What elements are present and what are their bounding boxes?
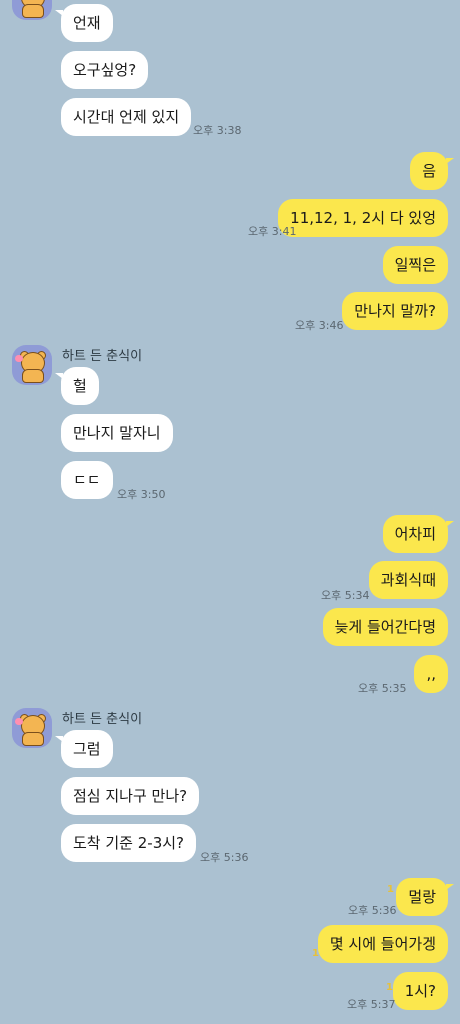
message-bubble[interactable]: 오구싶엉? xyxy=(61,51,149,89)
message-bubble[interactable]: 몇 시에 들어가겡 xyxy=(317,925,448,963)
message-time: 오후 5:36 xyxy=(348,904,397,917)
message-bubble[interactable]: ,, xyxy=(414,655,448,693)
heart-icon xyxy=(15,718,23,725)
message-time: 오후 5:37 xyxy=(347,998,396,1011)
avatar[interactable] xyxy=(12,345,52,385)
avatar[interactable] xyxy=(12,708,52,748)
message-time: 오후 5:35 xyxy=(358,682,407,695)
message-bubble[interactable]: 멀랑 xyxy=(396,878,454,916)
message-bubble[interactable]: 1시? xyxy=(392,972,448,1010)
message-bubble[interactable]: 그럼 xyxy=(55,730,113,768)
unread-count: 1 xyxy=(387,884,394,895)
message-bubble[interactable]: 늦게 들어간다명 xyxy=(322,608,448,646)
unread-count: 1 xyxy=(386,982,393,993)
message-time: 오후 5:36 xyxy=(200,851,249,864)
message-bubble[interactable]: 어차피 xyxy=(382,515,455,553)
message-time: 오후 5:34 xyxy=(321,589,370,602)
message-bubble[interactable]: ㄷㄷ xyxy=(61,461,113,499)
message-bubble[interactable]: 언재 xyxy=(55,4,113,42)
message-bubble[interactable]: 시간대 언제 있지 xyxy=(61,98,192,136)
message-bubble[interactable]: 헐 xyxy=(55,367,99,405)
message-time: 오후 3:41 xyxy=(248,225,297,238)
message-bubble[interactable]: 과회식때 xyxy=(368,561,448,599)
chunsik-body-icon xyxy=(22,732,44,746)
message-bubble[interactable]: 음 xyxy=(410,152,454,190)
heart-icon xyxy=(15,355,23,362)
message-time: 오후 3:46 xyxy=(295,319,344,332)
message-bubble[interactable]: 만나지 말자니 xyxy=(61,414,173,452)
message-bubble[interactable]: 점심 지나구 만나? xyxy=(61,777,200,815)
sender-name: 하트 든 춘식이 xyxy=(62,712,143,727)
message-bubble[interactable]: 도착 기준 2-3시? xyxy=(61,824,196,862)
avatar[interactable] xyxy=(12,0,52,20)
message-bubble[interactable]: 일찍은 xyxy=(382,246,448,284)
chunsik-body-icon xyxy=(22,4,44,18)
unread-count: 1 xyxy=(312,948,319,959)
message-time: 오후 3:50 xyxy=(117,488,166,501)
sender-name: 하트 든 춘식이 xyxy=(62,349,143,364)
message-time: 오후 3:38 xyxy=(193,124,242,137)
message-bubble[interactable]: 만나지 말까? xyxy=(342,292,448,330)
chunsik-body-icon xyxy=(22,369,44,383)
message-bubble[interactable]: 11,12, 1, 2시 다 있엉 xyxy=(278,199,448,237)
